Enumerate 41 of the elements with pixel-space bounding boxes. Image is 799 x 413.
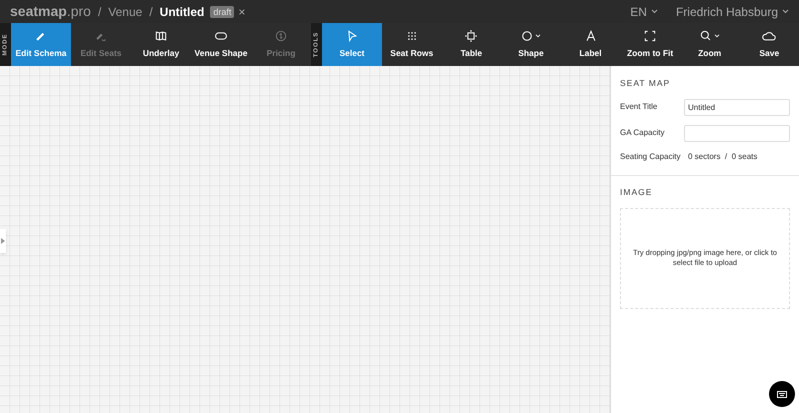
caret-icon xyxy=(782,9,789,14)
toolbar-button[interactable]: Zoom xyxy=(680,23,740,66)
corners-icon xyxy=(643,29,658,44)
keyboard-icon xyxy=(777,390,787,398)
table-icon xyxy=(464,29,478,44)
letter-icon xyxy=(584,29,598,44)
breadcrumb[interactable]: Venue xyxy=(108,2,142,20)
circle-icon xyxy=(520,29,534,44)
toolbar-button[interactable]: Edit Schema xyxy=(11,23,71,66)
field-label: GA Capacity xyxy=(620,127,666,140)
logo[interactable]: seatmap.pro xyxy=(10,1,91,22)
capacity-value: 0 sectors / 0 seats xyxy=(688,150,758,163)
caret-icon xyxy=(650,9,658,14)
language-dropdown[interactable]: EN xyxy=(630,2,658,20)
toolbar-button[interactable]: Shape xyxy=(501,23,561,66)
toolbar-button[interactable]: Save xyxy=(739,23,799,66)
field-label: Seating Capacity xyxy=(620,150,682,163)
input-field[interactable] xyxy=(684,124,790,142)
toolbar-button[interactable]: Table xyxy=(442,23,502,66)
input-field[interactable]: Untitled xyxy=(684,98,790,116)
status-badge: draft xyxy=(210,6,234,18)
cloud-icon xyxy=(762,29,776,44)
chevron-right-icon xyxy=(1,238,5,244)
section-title: IMAGE xyxy=(620,186,654,198)
toolbar-button[interactable]: Seat Rows xyxy=(382,23,442,66)
toolbar-button[interactable]: Underlay xyxy=(131,23,191,66)
sidebar-toggle[interactable] xyxy=(0,229,6,253)
field-label: Event Title xyxy=(620,101,658,114)
breadcrumb-separator: / xyxy=(149,4,153,20)
section-title: SEAT MAP xyxy=(620,77,672,90)
coin-icon xyxy=(274,29,288,44)
keyboard-button[interactable] xyxy=(769,381,795,407)
breadcrumb-separator: / xyxy=(98,4,102,20)
breadcrumb: Untitled xyxy=(160,4,204,20)
toolbar-button[interactable]: Label xyxy=(560,23,620,66)
toolbar-button[interactable]: Venue Shape xyxy=(191,23,251,66)
map-icon xyxy=(154,29,168,44)
user-menu[interactable]: Friedrich Habsburg xyxy=(676,2,789,20)
close-button[interactable]: × xyxy=(238,2,246,20)
toolbar-button[interactable]: Zoom to Fit xyxy=(620,23,680,66)
toolbar-button[interactable]: Select xyxy=(322,23,382,66)
